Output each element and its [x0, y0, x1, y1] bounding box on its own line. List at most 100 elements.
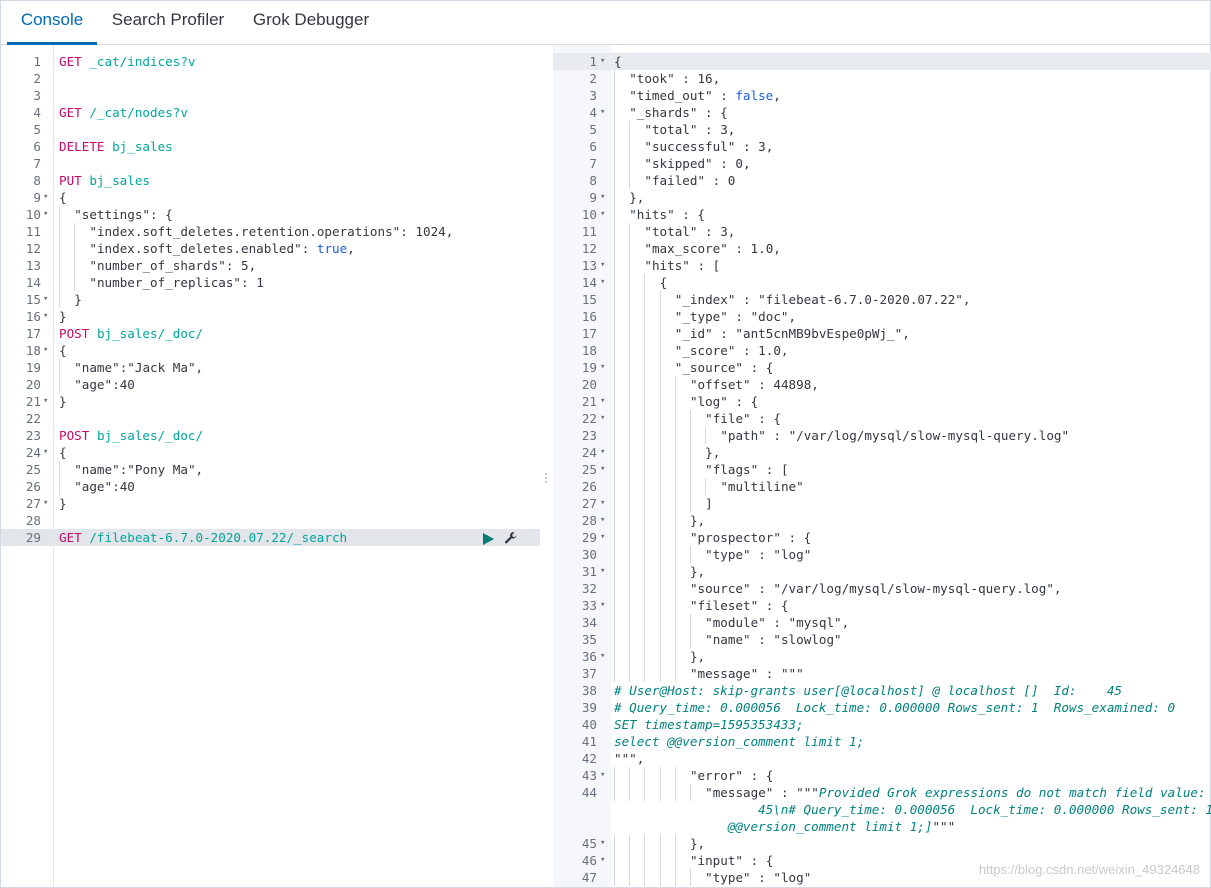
code-line[interactable]: 9 ▾}, — [553, 189, 1211, 206]
code-line[interactable]: 22 ▾ "file" : { — [553, 410, 1211, 427]
code-line[interactable]: 25 "name":"Pony Ma", — [1, 461, 540, 478]
tab-search-profiler[interactable]: Search Profiler — [102, 1, 234, 44]
code-line[interactable]: 21 ▾ "log" : { — [553, 393, 1211, 410]
fold-toggle-icon[interactable]: ▾ — [600, 410, 605, 427]
code-line[interactable]: 4 ▾ "_shards" : { — [553, 104, 1211, 121]
code-line[interactable]: 26 "multiline" — [553, 478, 1211, 495]
code-line[interactable]: 45 ▾}, — [553, 835, 1211, 852]
code-line[interactable]: 27 ▾] — [553, 495, 1211, 512]
fold-toggle-icon[interactable]: ▾ — [600, 529, 605, 546]
code-line[interactable]: 28 ▾}, — [553, 512, 1211, 529]
code-line[interactable]: 5 — [1, 121, 540, 138]
code-line[interactable]: 14 ▾ { — [553, 274, 1211, 291]
code-line[interactable]: 44 "message" : """Provided Grok expressio… — [553, 784, 1211, 801]
fold-toggle-icon[interactable]: ▾ — [600, 53, 605, 70]
code-line[interactable]: 42 """, — [553, 750, 1211, 767]
code-line[interactable]: 8 "failed" : 0 — [553, 172, 1211, 189]
code-line[interactable]: 39 # Query_time: 0.000056 Lock_time: 0.00… — [553, 699, 1211, 716]
fold-toggle-icon[interactable]: ▾ — [600, 393, 605, 410]
code-line[interactable]: 20 "age":40 — [1, 376, 540, 393]
fold-toggle-icon[interactable]: ▾ — [600, 257, 605, 274]
code-line[interactable]: 41 select @@version_comment limit 1; — [553, 733, 1211, 750]
code-line[interactable]: 30 "type" : "log" — [553, 546, 1211, 563]
code-line[interactable]: 7 — [1, 155, 540, 172]
code-line[interactable]: @@version_comment limit 1;]""" — [553, 818, 1211, 835]
code-line[interactable]: 24 ▾}, — [553, 444, 1211, 461]
code-line[interactable]: 35 "name" : "slowlog" — [553, 631, 1211, 648]
fold-toggle-icon[interactable]: ▾ — [600, 274, 605, 291]
code-line[interactable]: 13 ▾ "hits" : [ — [553, 257, 1211, 274]
code-line[interactable]: 9 ▾ { — [1, 189, 540, 206]
code-line[interactable]: 45\n# Query_time: 0.000056 Lock_time: 0.… — [553, 801, 1211, 818]
code-line[interactable]: 36 ▾}, — [553, 648, 1211, 665]
fold-toggle-icon[interactable]: ▾ — [43, 342, 48, 359]
code-line[interactable]: 2 "took" : 16, — [553, 70, 1211, 87]
code-line[interactable]: 10 ▾ "settings": { — [1, 206, 540, 223]
fold-toggle-icon[interactable]: ▾ — [43, 495, 48, 512]
fold-toggle-icon[interactable]: ▾ — [43, 291, 48, 308]
fold-toggle-icon[interactable]: ▾ — [600, 767, 605, 784]
fold-toggle-icon[interactable]: ▾ — [43, 393, 48, 410]
code-line[interactable]: 34 "module" : "mysql", — [553, 614, 1211, 631]
code-line[interactable]: 19 ▾ "_source" : { — [553, 359, 1211, 376]
fold-toggle-icon[interactable]: ▾ — [600, 512, 605, 529]
code-line[interactable]: 10 ▾ "hits" : { — [553, 206, 1211, 223]
code-line[interactable]: 18 ▾ { — [1, 342, 540, 359]
fold-toggle-icon[interactable]: ▾ — [600, 104, 605, 121]
fold-toggle-icon[interactable]: ▾ — [43, 189, 48, 206]
fold-toggle-icon[interactable]: ▾ — [600, 206, 605, 223]
fold-toggle-icon[interactable]: ▾ — [600, 563, 605, 580]
code-line[interactable]: 15 "_index" : "filebeat-6.7.0-2020.07.22"… — [553, 291, 1211, 308]
wrench-icon[interactable] — [504, 531, 518, 545]
fold-toggle-icon[interactable]: ▾ — [43, 206, 48, 223]
panel-resize-handle[interactable]: · · · — [542, 467, 550, 487]
fold-toggle-icon[interactable]: ▾ — [600, 461, 605, 478]
code-line[interactable]: 16 ▾} — [1, 308, 540, 325]
code-line[interactable]: 22 — [1, 410, 540, 427]
code-line[interactable]: 31 ▾}, — [553, 563, 1211, 580]
fold-toggle-icon[interactable]: ▾ — [600, 648, 605, 665]
code-line[interactable]: 16 "_type" : "doc", — [553, 308, 1211, 325]
code-line[interactable]: 27 ▾} — [1, 495, 540, 512]
tab-grok-debugger[interactable]: Grok Debugger — [244, 1, 378, 44]
code-line[interactable]: 8 PUT bj_sales — [1, 172, 540, 189]
code-line[interactable]: 25 ▾ "flags" : [ — [553, 461, 1211, 478]
fold-toggle-icon[interactable]: ▾ — [600, 597, 605, 614]
fold-toggle-icon[interactable]: ▾ — [600, 359, 605, 376]
code-line[interactable]: 33 ▾ "fileset" : { — [553, 597, 1211, 614]
code-line[interactable]: 19 "name":"Jack Ma", — [1, 359, 540, 376]
code-line[interactable]: 6 "successful" : 3, — [553, 138, 1211, 155]
send-request-play-icon[interactable] — [482, 532, 494, 545]
code-line[interactable]: 4 GET /_cat/nodes?v — [1, 104, 540, 121]
tab-console[interactable]: Console — [7, 1, 97, 45]
code-line[interactable]: 12 "max_score" : 1.0, — [553, 240, 1211, 257]
code-line[interactable]: 1 ▾ { — [553, 53, 1211, 70]
code-line[interactable]: 2 — [1, 70, 540, 87]
code-line[interactable]: 26 "age":40 — [1, 478, 540, 495]
code-line[interactable]: 17 "_id" : "ant5cnMB9bvEspe0pWj_", — [553, 325, 1211, 342]
code-line[interactable]: 3 "timed_out" : false, — [553, 87, 1211, 104]
fold-toggle-icon[interactable]: ▾ — [43, 444, 48, 461]
code-line[interactable]: 20 "offset" : 44898, — [553, 376, 1211, 393]
fold-toggle-icon[interactable]: ▾ — [600, 189, 605, 206]
code-line[interactable]: 37 "message" : """ — [553, 665, 1211, 682]
code-line[interactable]: 12 "index.soft_deletes.enabled": true, — [1, 240, 540, 257]
code-line[interactable]: 40 SET timestamp=1595353433; — [553, 716, 1211, 733]
code-line[interactable]: 29 ▾ "prospector" : { — [553, 529, 1211, 546]
code-line[interactable]: 15 ▾} — [1, 291, 540, 308]
code-line[interactable]: 17 POST bj_sales/_doc/ — [1, 325, 540, 342]
code-line[interactable]: 32 "source" : "/var/log/mysql/slow-mysql-… — [553, 580, 1211, 597]
fold-toggle-icon[interactable]: ▾ — [600, 444, 605, 461]
code-line[interactable]: 23 "path" : "/var/log/mysql/slow-mysql-qu… — [553, 427, 1211, 444]
request-editor[interactable]: 1 GET _cat/indices?v 2 3 4 GET /_cat/nodes?v 5… — [1, 45, 540, 887]
code-line[interactable]: 21 ▾} — [1, 393, 540, 410]
code-line[interactable]: 38 # User@Host: skip-grants user[@localho… — [553, 682, 1211, 699]
code-line[interactable]: 1 GET _cat/indices?v — [1, 53, 540, 70]
code-line[interactable]: 5 "total" : 3, — [553, 121, 1211, 138]
code-line[interactable]: 3 — [1, 87, 540, 104]
fold-toggle-icon[interactable]: ▾ — [600, 852, 605, 869]
code-line[interactable]: 14 "number_of_replicas": 1 — [1, 274, 540, 291]
fold-toggle-icon[interactable]: ▾ — [600, 495, 605, 512]
code-line[interactable]: 7 "skipped" : 0, — [553, 155, 1211, 172]
code-line[interactable]: 13 "number_of_shards": 5, — [1, 257, 540, 274]
